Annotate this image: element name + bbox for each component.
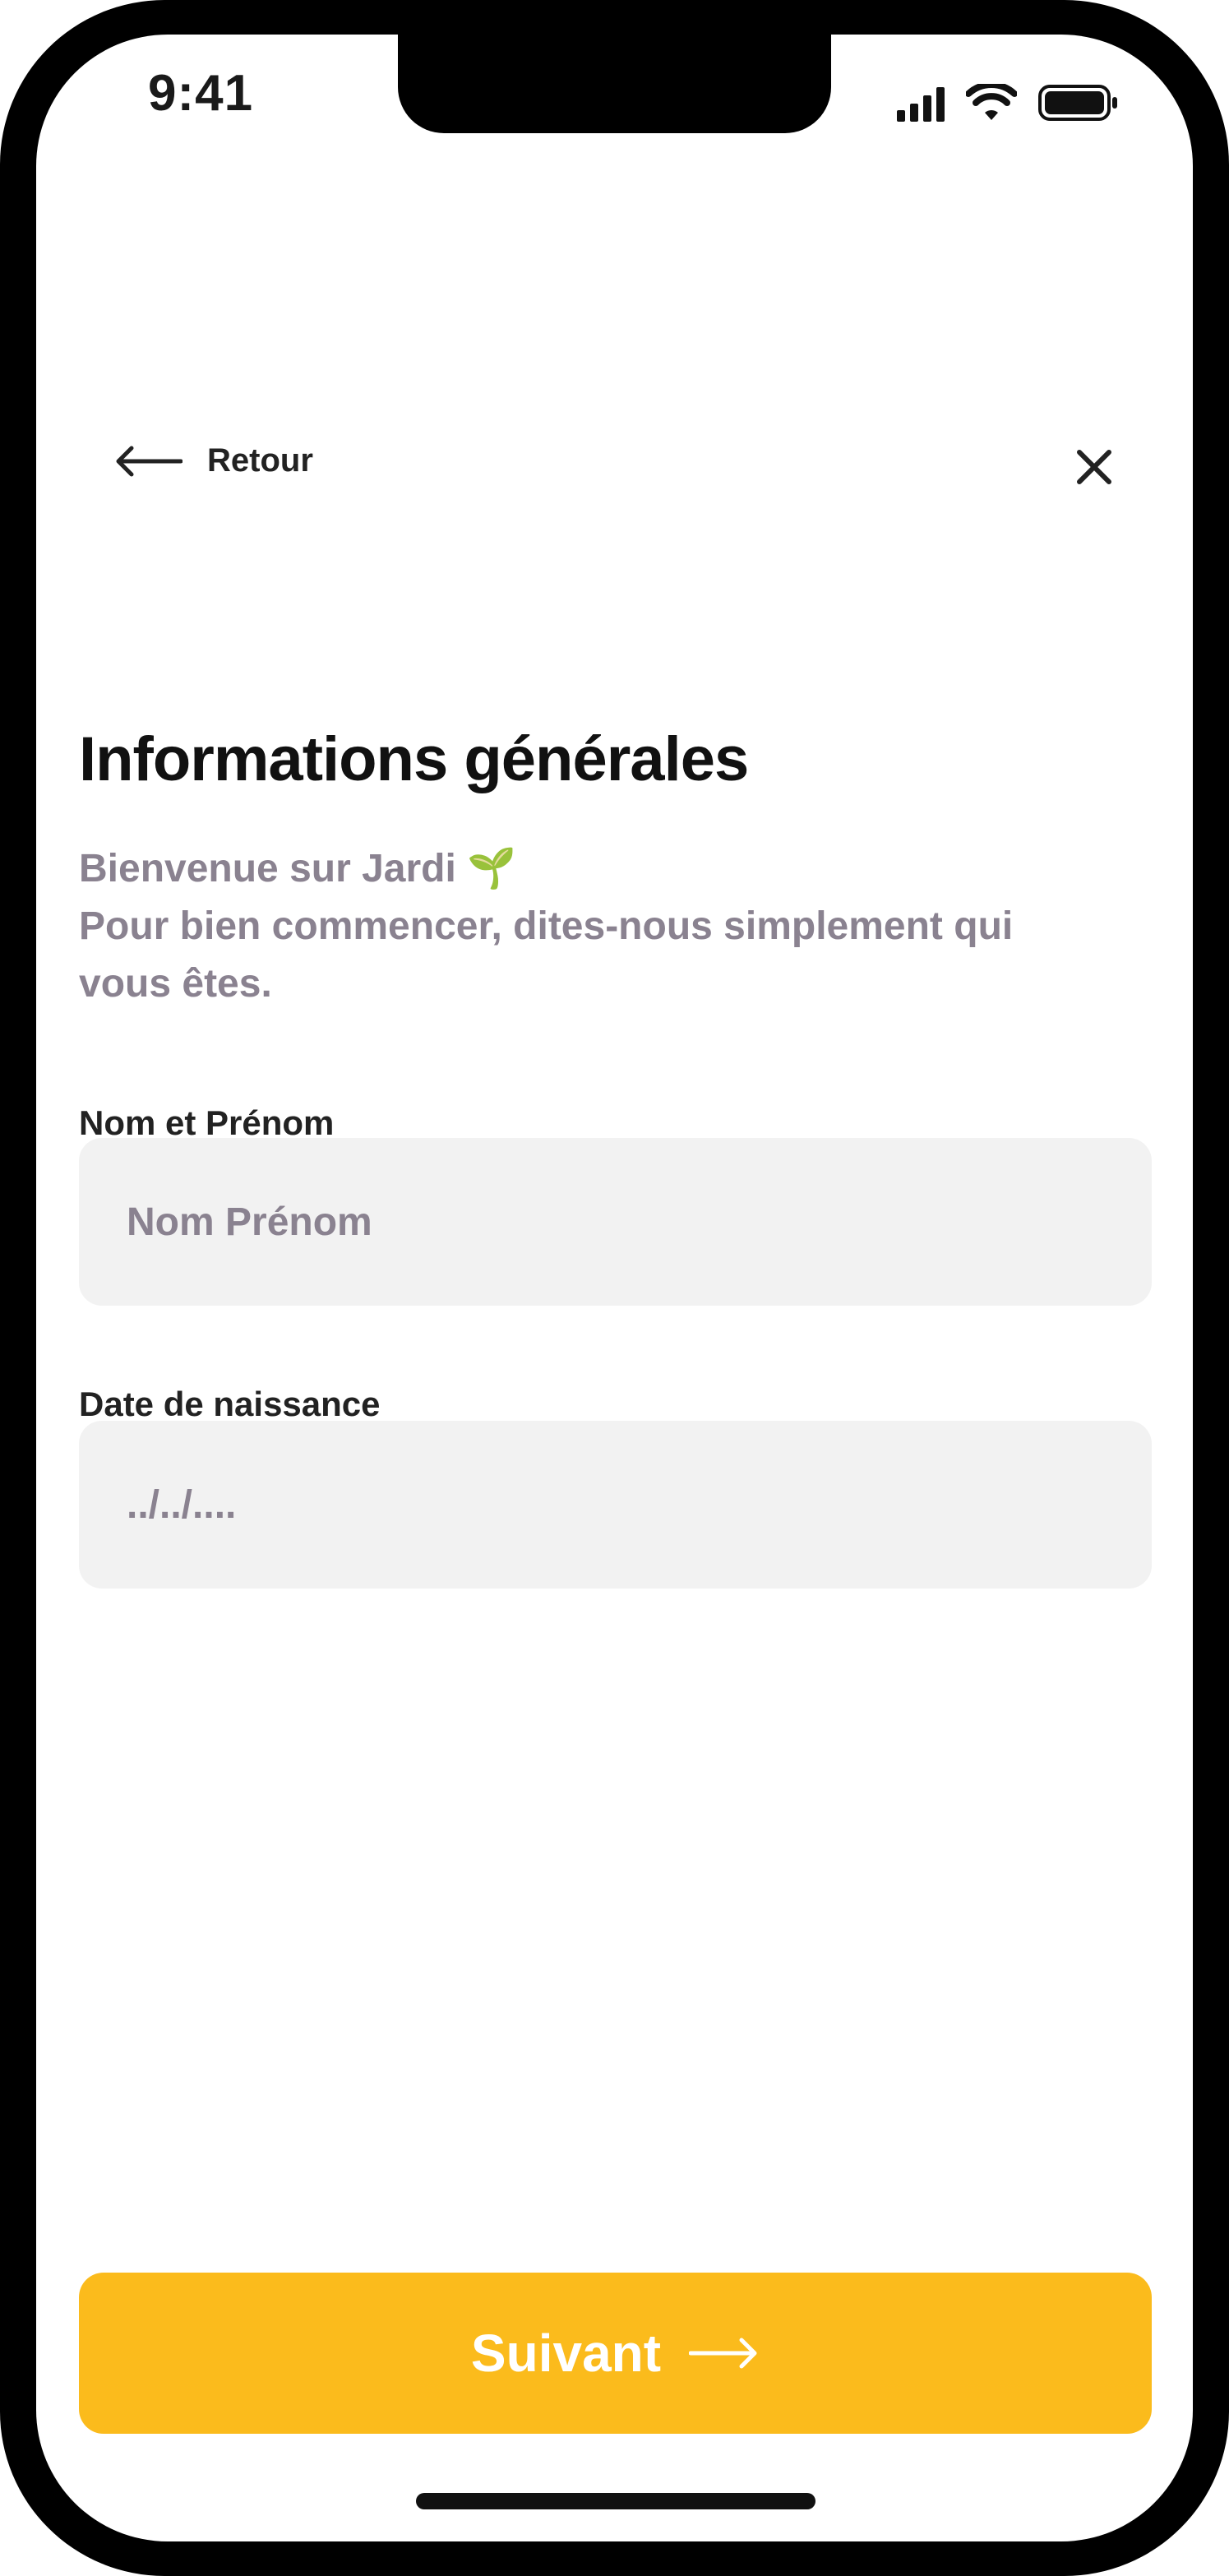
page-title: Informations générales — [79, 724, 749, 794]
status-icons — [897, 81, 1119, 122]
home-indicator — [416, 2493, 815, 2509]
welcome-text: Bienvenue sur Jardi — [79, 847, 456, 890]
wifi-icon — [966, 84, 1017, 120]
subtitle-line-1: Bienvenue sur Jardi 🌱 — [79, 840, 1164, 898]
next-button-label: Suivant — [470, 2324, 662, 2383]
close-icon — [1077, 450, 1111, 484]
screen: 9:41 Retour Informations générales Bienv… — [36, 35, 1193, 2541]
arrow-left-icon — [116, 446, 183, 476]
name-input[interactable] — [79, 1138, 1152, 1306]
next-button[interactable]: Suivant — [79, 2273, 1152, 2434]
cellular-signal-icon — [897, 87, 945, 122]
birthdate-label: Date de naissance — [79, 1385, 381, 1423]
back-label: Retour — [207, 442, 313, 479]
battery-icon — [1038, 85, 1117, 121]
page-subtitle: Bienvenue sur Jardi 🌱 Pour bien commence… — [79, 840, 1164, 1013]
back-button[interactable]: Retour — [115, 442, 313, 479]
seedling-icon: 🌱 — [467, 847, 516, 890]
close-button[interactable] — [1070, 442, 1119, 492]
subtitle-line-2: Pour bien commencer, dites-nous simpleme… — [79, 904, 1014, 948]
subtitle-line-3: vous êtes. — [79, 962, 272, 1006]
status-time: 9:41 — [148, 65, 254, 122]
birthdate-input[interactable] — [79, 1421, 1152, 1589]
phone-frame: 9:41 Retour Informations générales Bienv… — [0, 0, 1229, 2576]
notch — [398, 35, 831, 133]
name-label: Nom et Prénom — [79, 1103, 335, 1142]
arrow-right-icon — [689, 2338, 757, 2369]
